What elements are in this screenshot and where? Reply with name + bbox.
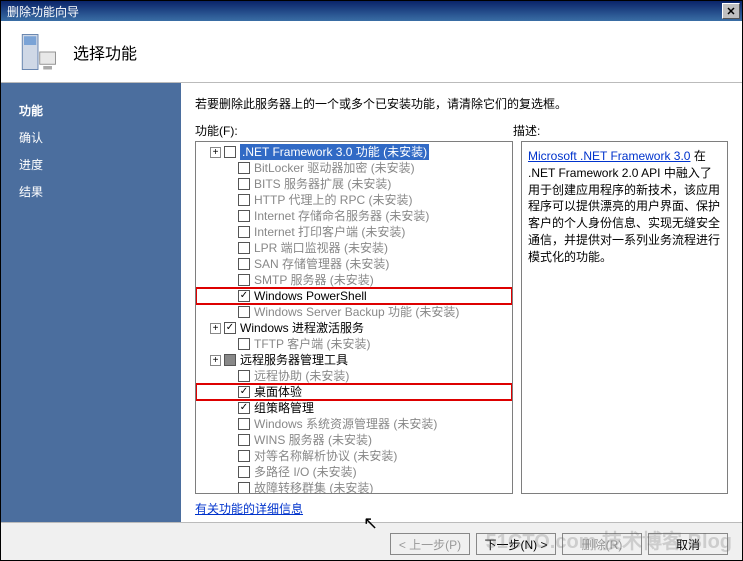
tree-row[interactable]: + .NET Framework 3.0 功能 (未安装) (196, 144, 512, 160)
checkbox[interactable] (238, 482, 250, 494)
tree-label: HTTP 代理上的 RPC (未安装) (254, 192, 412, 208)
tree-row[interactable]: Windows 系统资源管理器 (未安装) (196, 416, 512, 432)
tree-row[interactable]: HTTP 代理上的 RPC (未安装) (196, 192, 512, 208)
checkbox[interactable] (238, 226, 250, 238)
tree-row[interactable]: + Windows 进程激活服务 (196, 320, 512, 336)
tree-row[interactable]: BITS 服务器扩展 (未安装) (196, 176, 512, 192)
checkbox[interactable] (238, 242, 250, 254)
tree-row[interactable]: Windows PowerShell (196, 288, 512, 304)
tree-label: 远程协助 (未安装) (254, 368, 349, 384)
tree-row[interactable]: WINS 服务器 (未安装) (196, 432, 512, 448)
expand-icon[interactable]: + (210, 323, 221, 334)
sidebar-step-1[interactable]: 确认 (1, 124, 181, 151)
features-tree[interactable]: + .NET Framework 3.0 功能 (未安装)BitLocker 驱动… (195, 141, 513, 494)
tree-row[interactable]: 多路径 I/O (未安装) (196, 464, 512, 480)
tree-label: 故障转移群集 (未安装) (254, 480, 373, 494)
next-button[interactable]: 下一步(N) > (476, 533, 556, 555)
description-pane: Microsoft .NET Framework 3.0 在 .NET Fram… (521, 141, 728, 494)
sidebar-step-2[interactable]: 进度 (1, 151, 181, 178)
description-text: 在 .NET Framework 2.0 API 中融入了用于创建应用程序的新技… (528, 149, 720, 264)
sidebar-step-0[interactable]: 功能 (1, 97, 181, 124)
checkbox[interactable] (238, 290, 250, 302)
tree-row[interactable]: + 远程服务器管理工具 (196, 352, 512, 368)
tree-label: SAN 存储管理器 (未安装) (254, 256, 389, 272)
tree-label: .NET Framework 3.0 功能 (未安装) (240, 144, 429, 160)
tree-label: 桌面体验 (254, 384, 302, 400)
checkbox[interactable] (238, 162, 250, 174)
prev-button[interactable]: < 上一步(P) (390, 533, 470, 555)
titlebar: 删除功能向导 ✕ (1, 1, 742, 21)
tree-row[interactable]: 对等名称解析协议 (未安装) (196, 448, 512, 464)
tree-row[interactable]: 桌面体验 (196, 384, 512, 400)
checkbox[interactable] (238, 210, 250, 222)
tree-label: 多路径 I/O (未安装) (254, 464, 357, 480)
tree-label: Internet 打印客户端 (未安装) (254, 224, 405, 240)
remove-button[interactable]: 删除(R) (562, 533, 642, 555)
expand-icon[interactable]: + (210, 355, 221, 366)
cancel-button[interactable]: 取消 (648, 533, 728, 555)
tree-label: TFTP 客户端 (未安装) (254, 336, 370, 352)
tree-label: Windows Server Backup 功能 (未安装) (254, 304, 459, 320)
checkbox[interactable] (238, 402, 250, 414)
more-info-link[interactable]: 有关功能的详细信息 (195, 500, 728, 517)
server-icon (17, 31, 59, 73)
checkbox[interactable] (238, 418, 250, 430)
checkbox[interactable] (238, 178, 250, 190)
tree-row[interactable]: 远程协助 (未安装) (196, 368, 512, 384)
tree-label: SMTP 服务器 (未安装) (254, 272, 374, 288)
checkbox[interactable] (224, 146, 236, 158)
tree-row[interactable]: Windows Server Backup 功能 (未安装) (196, 304, 512, 320)
instruction-text: 若要删除此服务器上的一个或多个已安装功能，请清除它们的复选框。 (195, 95, 728, 112)
page-title: 选择功能 (73, 40, 137, 64)
tree-label: BITS 服务器扩展 (未安装) (254, 176, 391, 192)
body: 功能确认进度结果 若要删除此服务器上的一个或多个已安装功能，请清除它们的复选框。… (1, 83, 742, 523)
header: 选择功能 (1, 21, 742, 83)
description-label: 描述: (513, 122, 540, 139)
tree-label: Windows PowerShell (254, 288, 367, 304)
wizard-window: 删除功能向导 ✕ 选择功能 功能确认进度结果 若要删除此服务器上的一个或多个已安… (0, 0, 743, 561)
checkbox[interactable] (238, 370, 250, 382)
checkbox[interactable] (238, 450, 250, 462)
tree-label: 组策略管理 (254, 400, 314, 416)
tree-row[interactable]: LPR 端口监视器 (未安装) (196, 240, 512, 256)
sidebar-step-3[interactable]: 结果 (1, 178, 181, 205)
tree-label: Internet 存储命名服务器 (未安装) (254, 208, 429, 224)
features-label: 功能(F): (195, 122, 513, 139)
tree-row[interactable]: Internet 存储命名服务器 (未安装) (196, 208, 512, 224)
tree-row[interactable]: Internet 打印客户端 (未安装) (196, 224, 512, 240)
tree-label: LPR 端口监视器 (未安装) (254, 240, 388, 256)
tree-row[interactable]: 组策略管理 (196, 400, 512, 416)
checkbox[interactable] (224, 322, 236, 334)
checkbox[interactable] (238, 258, 250, 270)
tree-row[interactable]: SMTP 服务器 (未安装) (196, 272, 512, 288)
checkbox[interactable] (238, 434, 250, 446)
tree-label: Windows 进程激活服务 (240, 320, 364, 336)
tree-row[interactable]: BitLocker 驱动器加密 (未安装) (196, 160, 512, 176)
tree-label: BitLocker 驱动器加密 (未安装) (254, 160, 415, 176)
close-button[interactable]: ✕ (722, 3, 740, 19)
checkbox[interactable] (238, 466, 250, 478)
checkbox[interactable] (238, 386, 250, 398)
checkbox[interactable] (238, 338, 250, 350)
description-link[interactable]: Microsoft .NET Framework 3.0 (528, 149, 690, 163)
expand-icon[interactable]: + (210, 147, 221, 158)
window-title: 删除功能向导 (7, 3, 722, 20)
checkbox[interactable] (238, 274, 250, 286)
tree-row[interactable]: TFTP 客户端 (未安装) (196, 336, 512, 352)
checkbox[interactable] (238, 306, 250, 318)
tree-label: 远程服务器管理工具 (240, 352, 348, 368)
checkbox[interactable] (224, 354, 236, 366)
checkbox[interactable] (238, 194, 250, 206)
tree-label: 对等名称解析协议 (未安装) (254, 448, 397, 464)
button-bar: < 上一步(P) 下一步(N) > 删除(R) 取消 (1, 522, 742, 560)
tree-label: Windows 系统资源管理器 (未安装) (254, 416, 437, 432)
tree-row[interactable]: SAN 存储管理器 (未安装) (196, 256, 512, 272)
sidebar: 功能确认进度结果 (1, 83, 181, 523)
main-pane: 若要删除此服务器上的一个或多个已安装功能，请清除它们的复选框。 功能(F): 描… (181, 83, 742, 523)
tree-label: WINS 服务器 (未安装) (254, 432, 372, 448)
tree-row[interactable]: 故障转移群集 (未安装) (196, 480, 512, 494)
